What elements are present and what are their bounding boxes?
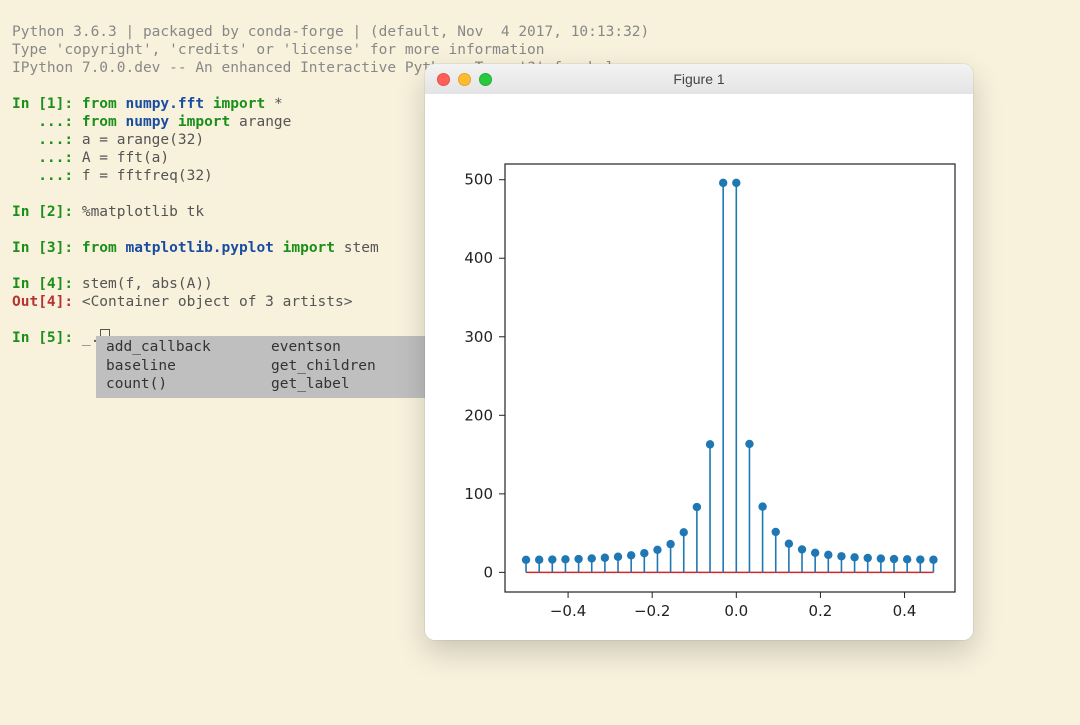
- figure-window[interactable]: Figure 1 0100200300400500−0.4−0.20.00.20…: [425, 64, 973, 640]
- autocomplete-item[interactable]: eventson: [271, 338, 436, 357]
- prompt-in-5: In [5]:: [12, 330, 73, 346]
- autocomplete-item[interactable]: count(): [106, 375, 271, 394]
- prompt-in-2: In [2]:: [12, 204, 73, 220]
- autocomplete-popup[interactable]: add_callback baseline count() eventson g…: [96, 336, 446, 398]
- svg-text:300: 300: [464, 328, 493, 346]
- svg-text:0.0: 0.0: [724, 602, 748, 620]
- svg-text:500: 500: [464, 171, 493, 189]
- prompt-in-1: In [1]:: [12, 96, 73, 112]
- window-title: Figure 1: [425, 71, 973, 87]
- svg-text:400: 400: [464, 249, 493, 267]
- plot-canvas[interactable]: 0 100 200 300 400 500 −0.4 −0.2 0.0 0.2 0.4: [425, 94, 973, 640]
- svg-text:200: 200: [464, 406, 493, 424]
- prompt-out-4: Out[4]:: [12, 294, 73, 310]
- python-version-line: Python 3.6.3 | packaged by conda-forge |…: [12, 24, 649, 40]
- python-info-line: Type 'copyright', 'credits' or 'license'…: [12, 42, 545, 58]
- svg-text:0.2: 0.2: [808, 602, 832, 620]
- svg-text:100: 100: [464, 485, 493, 503]
- svg-text:−0.2: −0.2: [634, 602, 670, 620]
- svg-text:−0.4: −0.4: [550, 602, 586, 620]
- minimize-icon[interactable]: [458, 73, 471, 86]
- zoom-icon[interactable]: [479, 73, 492, 86]
- prompt-cont: ...:: [12, 114, 73, 130]
- window-titlebar[interactable]: Figure 1: [425, 64, 973, 95]
- svg-text:0: 0: [483, 563, 493, 581]
- autocomplete-item[interactable]: baseline: [106, 357, 271, 376]
- traffic-lights: [437, 73, 492, 86]
- stem-plot: 0 100 200 300 400 500 −0.4 −0.2 0.0 0.2 0.4: [425, 94, 973, 640]
- prompt-in-4: In [4]:: [12, 276, 73, 292]
- autocomplete-item[interactable]: add_callback: [106, 338, 271, 357]
- close-icon[interactable]: [437, 73, 450, 86]
- autocomplete-item[interactable]: get_label: [271, 375, 436, 394]
- autocomplete-item[interactable]: get_children: [271, 357, 436, 376]
- prompt-in-3: In [3]:: [12, 240, 73, 256]
- svg-text:0.4: 0.4: [893, 602, 917, 620]
